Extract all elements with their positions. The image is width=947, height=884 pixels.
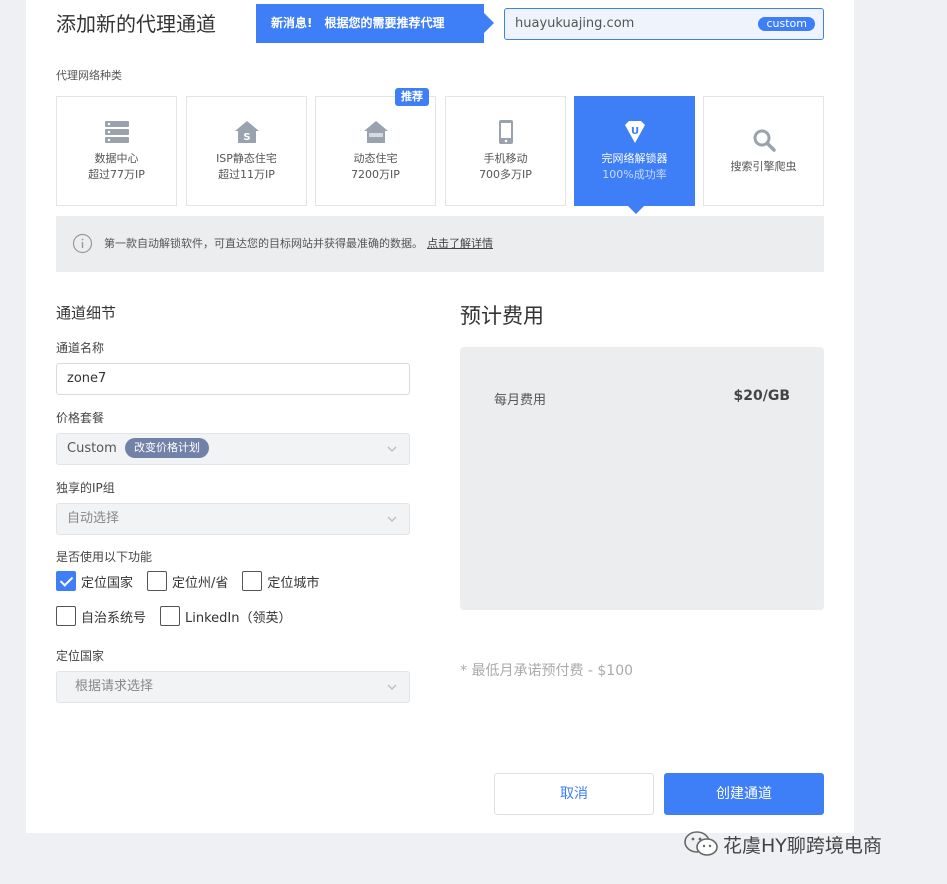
dialog-panel: 添加新的代理通道 新消息! 根据您的需要推荐代理 huayukuajing.com… [26,0,854,833]
channel-name-label: 通道名称 [56,341,105,355]
card-name: 动态住宅 [353,152,398,165]
monthly-cost-value: $20/GB [733,388,791,404]
checkbox[interactable] [56,606,76,626]
create-channel-button[interactable]: 创建通道 [664,773,824,815]
banner-new-label: 新消息! [271,16,313,30]
info-icon [72,233,93,254]
price-plan-select[interactable]: Custom 改变价格计划 [56,433,410,465]
card-sub: 700多万IP [479,168,532,181]
features-row-2: 自治系统号 LinkedIn（领英） [56,606,306,626]
target-country-select[interactable]: 根据请求选择 [56,671,410,703]
wechat-icon [684,831,718,856]
feature-label: 自治系统号 [81,610,147,626]
ip-group-value: 自动选择 [67,511,120,526]
house-icon [363,121,388,143]
channel-name-input[interactable]: zone7 [56,363,410,395]
chevron-down-icon [387,516,397,522]
target-country-value: 根据请求选择 [75,679,154,694]
feature-label: 定位国家 [81,575,134,591]
checkbox[interactable] [242,571,263,591]
channel-details-title: 通道细节 [56,304,117,322]
proxy-card-web-unlocker[interactable]: U 完网络解锁器 100%成功率 [574,96,695,214]
card-name: 手机移动 [483,152,528,165]
proxy-card-dynamic-residential[interactable]: 推荐 动态住宅 7200万IP [315,88,436,206]
features-label: 是否使用以下功能 [56,550,153,564]
monthly-cost-label: 每月费用 [494,393,547,408]
server-icon [104,121,129,143]
watermark-text: 花虞HY聊跨境电商 [723,834,882,857]
feature-state-checkbox[interactable]: 定位州/省 [147,571,228,591]
price-plan-label: 价格套餐 [56,411,105,425]
search-icon [753,129,776,152]
ip-group-select[interactable]: 自动选择 [56,503,410,535]
recommended-badge: 推荐 [395,88,429,106]
ip-group-label: 独享的IP组 [56,481,115,495]
feature-country-checkbox[interactable]: 定位国家 [56,571,133,591]
feature-city-checkbox[interactable]: 定位城市 [242,571,319,591]
mobile-icon [498,120,513,144]
feature-label: LinkedIn（领英） [185,610,292,626]
checkbox[interactable] [147,571,168,591]
svg-text:U: U [630,126,638,137]
domain-input[interactable]: huayukuajing.com custom [504,8,824,40]
info-text: 第一款自动解锁软件，可直达您的目标网站并获得最准确的数据。 [104,237,423,250]
feature-label: 定位城市 [267,575,320,591]
chevron-down-icon [387,446,397,452]
learn-more-link[interactable]: 点击了解详情 [427,237,493,250]
cost-summary: 每月费用 $20/GB [460,347,824,610]
checkbox[interactable] [160,606,181,626]
change-plan-pill[interactable]: 改变价格计划 [124,438,209,458]
card-name: 完网络解锁器 [601,152,668,165]
target-country-label: 定位国家 [56,649,105,663]
feature-linkedin-checkbox[interactable]: LinkedIn（领英） [160,606,292,626]
info-bar: 第一款自动解锁软件，可直达您的目标网站并获得最准确的数据。 点击了解详情 [56,216,824,272]
watermark: 花虞HY聊跨境电商 [683,830,882,858]
proxy-card-mobile[interactable]: 手机移动 700多万IP [445,96,566,206]
feature-label: 定位州/省 [172,575,229,591]
banner-text: 根据您的需要推荐代理 [324,16,445,30]
card-sub: 超过77万IP [88,168,145,181]
domain-custom-tag: custom [758,17,815,31]
card-name: 数据中心 [94,152,139,165]
svg-text:S: S [243,132,250,143]
card-name: 搜索引擎爬虫 [730,160,797,173]
page-title: 添加新的代理通道 [56,12,216,36]
estimated-cost-title: 预计费用 [460,304,544,328]
house-s-icon: S [234,121,259,143]
proxy-card-isp-static[interactable]: S ISP静态住宅 超过11万IP [186,96,307,206]
minimum-commitment-note: * 最低月承诺预付费 - $100 [460,663,634,679]
domain-value: huayukuajing.com [515,16,635,31]
unlocker-icon: U [624,121,645,143]
proxy-type-label: 代理网络种类 [56,69,122,82]
card-sub: 7200万IP [351,168,400,181]
price-plan-value: Custom [67,441,117,456]
checkbox-checked[interactable] [56,571,76,591]
recommendation-banner[interactable]: 新消息! 根据您的需要推荐代理 [256,4,494,43]
chevron-down-icon [387,684,397,690]
card-sub: 100%成功率 [602,168,667,181]
cancel-button[interactable]: 取消 [494,773,654,815]
feature-asn-checkbox[interactable]: 自治系统号 [56,606,146,626]
proxy-card-datacenter[interactable]: 数据中心 超过77万IP [56,96,177,206]
features-row-1: 定位国家 定位州/省 定位城市 [56,571,333,591]
proxy-card-serp-crawler[interactable]: 搜索引擎爬虫 [703,96,824,206]
card-name: ISP静态住宅 [216,152,277,165]
card-sub: 超过11万IP [218,168,275,181]
